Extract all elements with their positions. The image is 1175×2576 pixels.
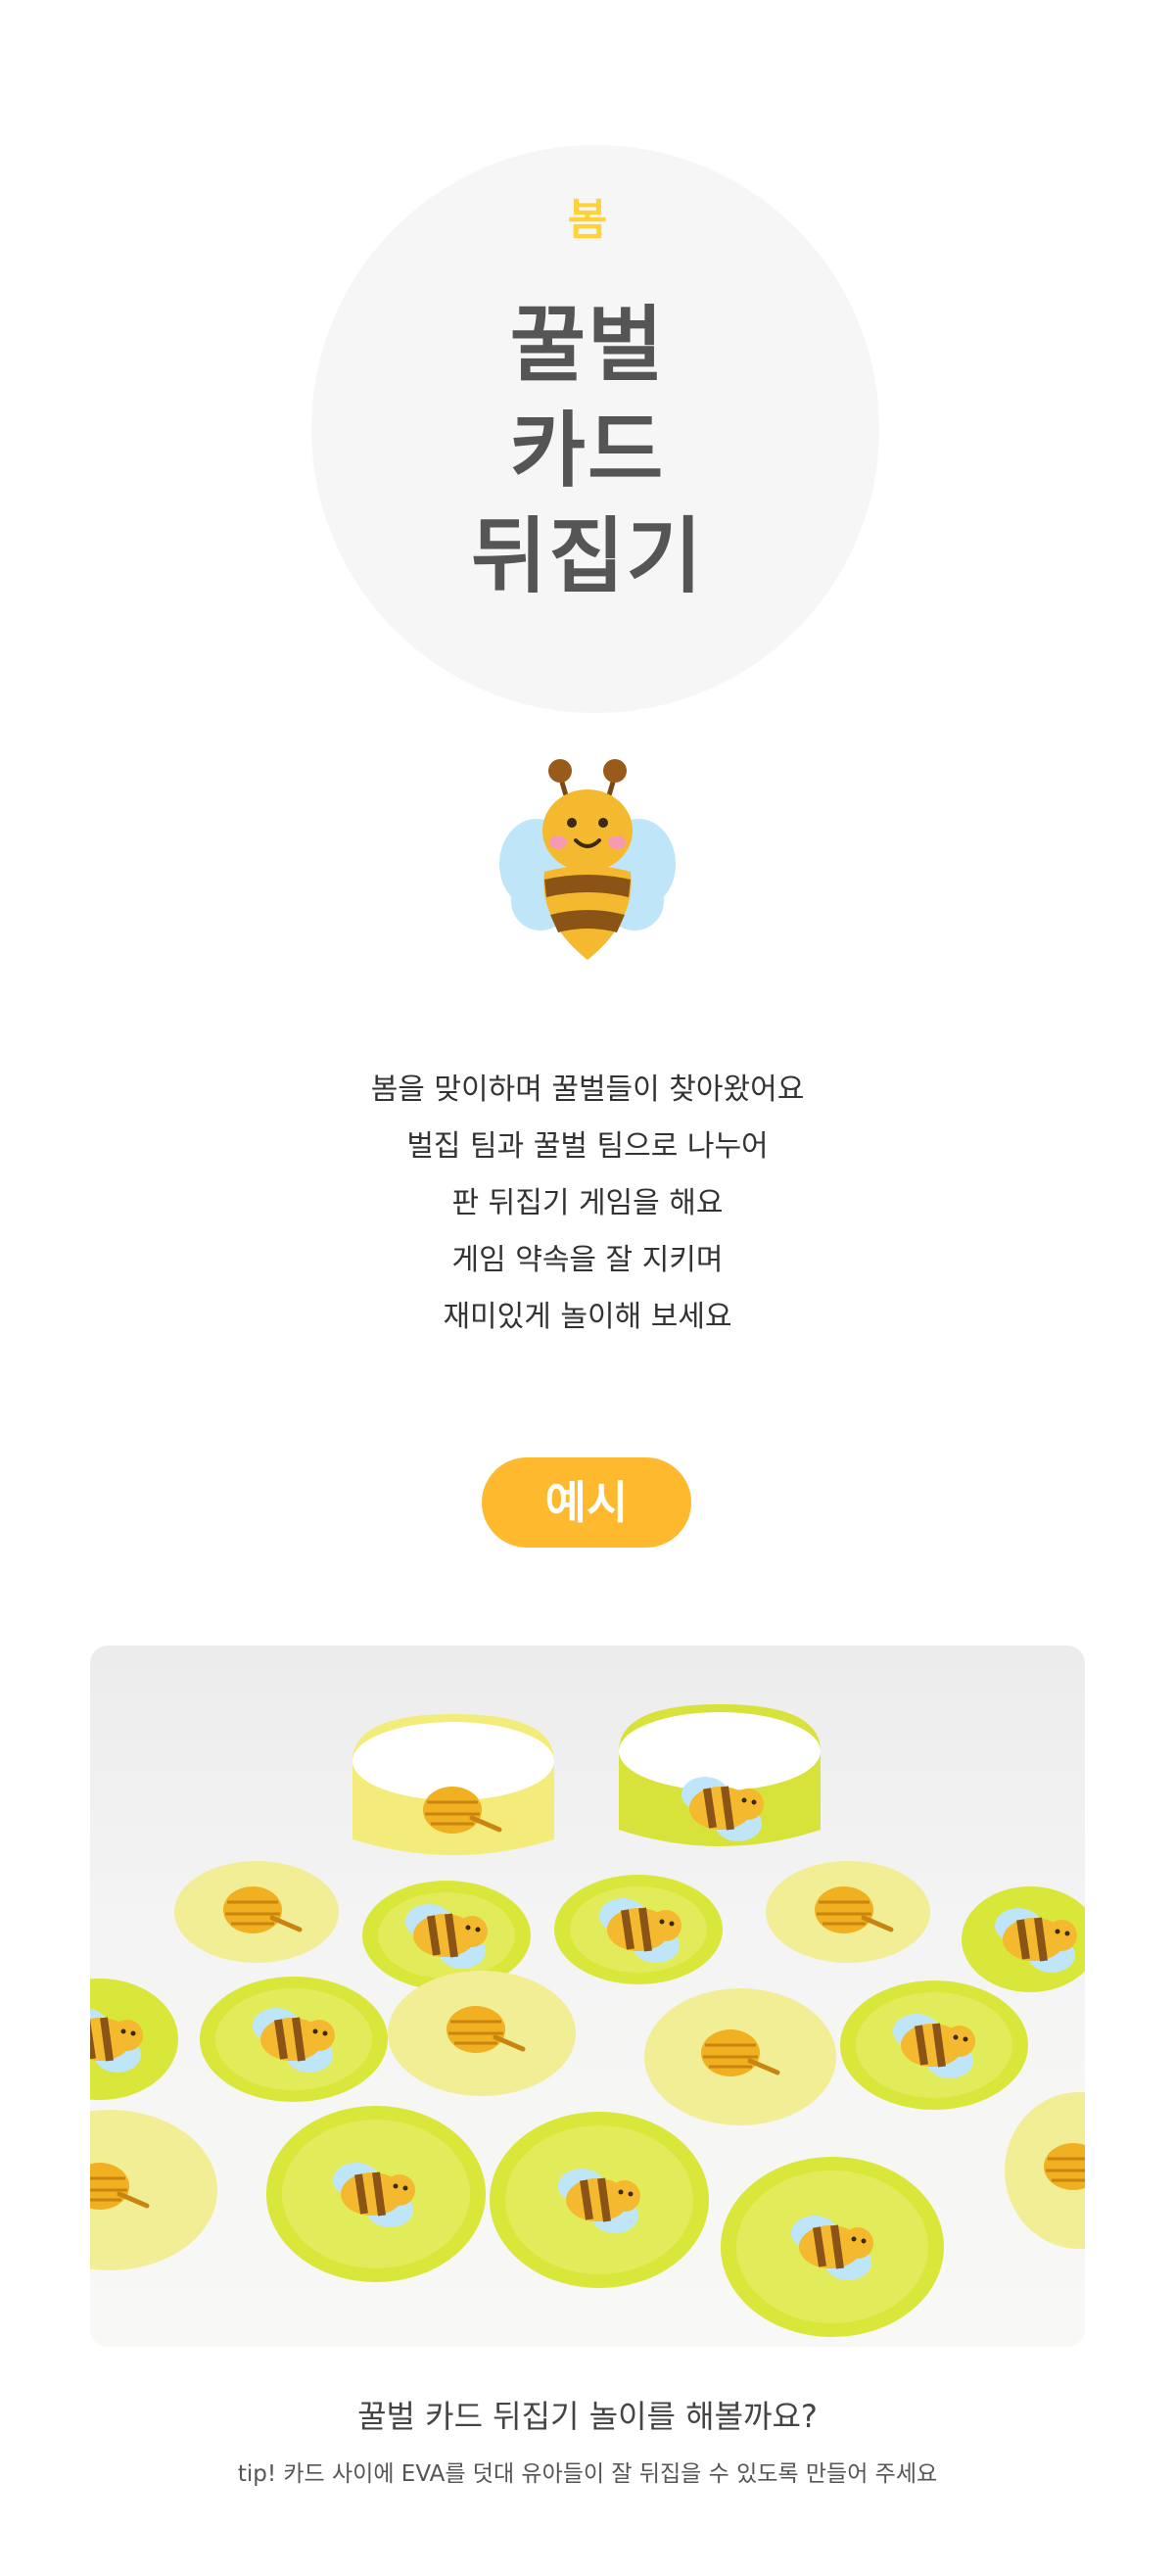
- season-label: 봄: [567, 195, 608, 245]
- caption-main: 꿀벌 카드 뒤집기 놀이를 해볼까요?: [357, 2398, 818, 2435]
- description-line-5: 재미있게 놀이해 보세요: [443, 1300, 732, 1334]
- example-photo: [90, 1646, 1085, 2347]
- description-line-3: 판 뒤집기 게임을 해요: [451, 1186, 724, 1220]
- caption-tip: tip! 카드 사이에 EVA를 덧대 유아들이 잘 뒤집을 수 있도록 만들어…: [237, 2461, 938, 2487]
- description-line-2: 벌집 팀과 꿀벌 팀으로 나누어: [406, 1129, 769, 1164]
- description: 봄을 맞이하며 꿀벌들이 찾아왔어요 벌집 팀과 꿀벌 팀으로 나누어 판 뒤집…: [0, 1062, 1175, 1346]
- description-line-1: 봄을 맞이하며 꿀벌들이 찾아왔어요: [370, 1073, 805, 1107]
- title-line-3: 뒤집기: [471, 508, 704, 604]
- example-button[interactable]: 예시: [482, 1457, 691, 1548]
- example-photo-illustration: [90, 1704, 1085, 2337]
- description-line-4: 게임 약속을 잘 지키며: [451, 1243, 724, 1277]
- title-line-2: 카드: [509, 403, 666, 499]
- title-line-1: 꿀벌: [509, 297, 666, 393]
- bee-illustration: [499, 759, 676, 960]
